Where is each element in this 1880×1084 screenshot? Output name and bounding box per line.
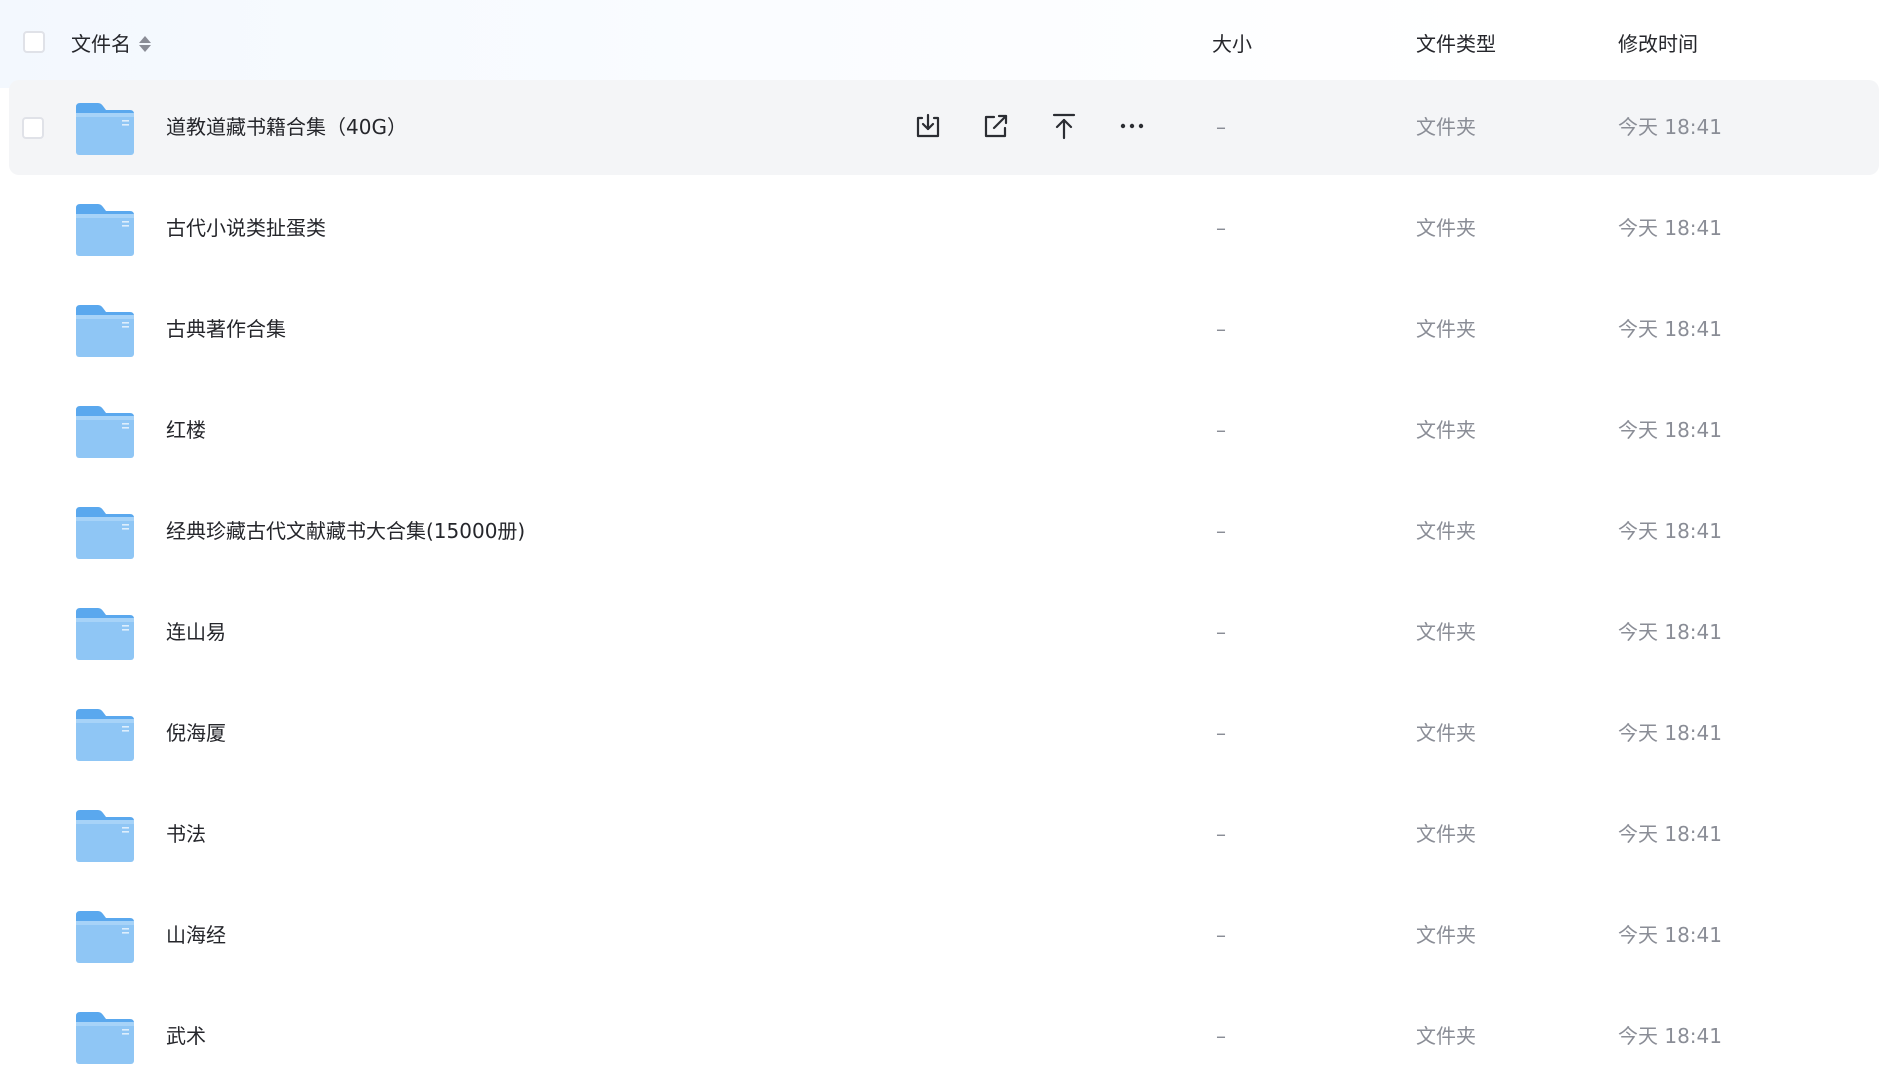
- file-type: 文件夹: [1416, 923, 1476, 947]
- file-row[interactable]: 古代小说类扯蛋类 – 文件夹 今天 18:41: [9, 181, 1879, 276]
- file-type: 文件夹: [1416, 822, 1476, 846]
- file-modified-time: 今天 18:41: [1618, 317, 1722, 341]
- row-actions: [912, 110, 1148, 142]
- file-type: 文件夹: [1416, 721, 1476, 745]
- folder-icon: [76, 911, 134, 963]
- file-name[interactable]: 道教道藏书籍合集（40G）: [166, 80, 407, 175]
- folder-icon: [76, 810, 134, 862]
- file-size: –: [1216, 418, 1226, 442]
- column-header-size: 大小: [1212, 32, 1252, 56]
- file-name[interactable]: 倪海厦: [166, 686, 226, 781]
- column-header-name[interactable]: 文件名: [71, 0, 151, 88]
- file-row[interactable]: 红楼 – 文件夹 今天 18:41: [9, 383, 1879, 478]
- file-name[interactable]: 红楼: [166, 383, 206, 478]
- more-button[interactable]: [1116, 110, 1148, 142]
- folder-icon: [76, 709, 134, 761]
- file-size: –: [1216, 519, 1226, 543]
- folder-icon: [76, 608, 134, 660]
- more-icon: [1120, 123, 1144, 129]
- file-row[interactable]: 山海经 – 文件夹 今天 18:41: [9, 888, 1879, 983]
- download-icon: [916, 113, 940, 138]
- file-name[interactable]: 书法: [166, 787, 206, 882]
- file-row[interactable]: 经典珍藏古代文献藏书大合集(15000册) – 文件夹 今天 18:41: [9, 484, 1879, 579]
- file-size: –: [1216, 620, 1226, 644]
- select-all-checkbox[interactable]: [23, 31, 45, 53]
- file-name[interactable]: 山海经: [166, 888, 226, 983]
- share-icon: [984, 114, 1008, 138]
- move-to-top-button[interactable]: [1048, 110, 1080, 142]
- folder-icon: [76, 507, 134, 559]
- file-type: 文件夹: [1416, 115, 1476, 139]
- file-type: 文件夹: [1416, 317, 1476, 341]
- file-size: –: [1216, 721, 1226, 745]
- file-row[interactable]: 古典著作合集 – 文件夹 今天 18:41: [9, 282, 1879, 377]
- file-size: –: [1216, 216, 1226, 240]
- file-type: 文件夹: [1416, 418, 1476, 442]
- download-button[interactable]: [912, 110, 944, 142]
- folder-icon: [76, 204, 134, 256]
- file-modified-time: 今天 18:41: [1618, 418, 1722, 442]
- file-row[interactable]: 书法 – 文件夹 今天 18:41: [9, 787, 1879, 882]
- folder-icon: [76, 406, 134, 458]
- file-size: –: [1216, 923, 1226, 947]
- file-name[interactable]: 古典著作合集: [166, 282, 286, 377]
- column-header-time: 修改时间: [1618, 32, 1698, 56]
- column-header-type: 文件类型: [1416, 32, 1496, 56]
- file-name[interactable]: 连山易: [166, 585, 226, 680]
- file-type: 文件夹: [1416, 620, 1476, 644]
- sort-icon[interactable]: [139, 36, 151, 52]
- file-size: –: [1216, 115, 1226, 139]
- file-modified-time: 今天 18:41: [1618, 519, 1722, 543]
- file-row[interactable]: 连山易 – 文件夹 今天 18:41: [9, 585, 1879, 680]
- move-to-top-icon: [1052, 113, 1076, 140]
- file-modified-time: 今天 18:41: [1618, 216, 1722, 240]
- folder-icon: [76, 305, 134, 357]
- folder-icon: [76, 103, 134, 155]
- file-list-header: 文件名 大小 文件类型 修改时间: [0, 0, 1880, 88]
- file-row[interactable]: 倪海厦 – 文件夹 今天 18:41: [9, 686, 1879, 781]
- file-size: –: [1216, 822, 1226, 846]
- file-name[interactable]: 武术: [166, 989, 206, 1084]
- share-button[interactable]: [980, 110, 1012, 142]
- file-size: –: [1216, 1024, 1226, 1048]
- file-type: 文件夹: [1416, 1024, 1476, 1048]
- file-modified-time: 今天 18:41: [1618, 923, 1722, 947]
- file-modified-time: 今天 18:41: [1618, 115, 1722, 139]
- file-row[interactable]: 武术 – 文件夹 今天 18:41: [9, 989, 1879, 1084]
- file-name[interactable]: 古代小说类扯蛋类: [166, 181, 326, 276]
- column-header-name-label: 文件名: [71, 32, 131, 56]
- file-size: –: [1216, 317, 1226, 341]
- file-modified-time: 今天 18:41: [1618, 721, 1722, 745]
- file-modified-time: 今天 18:41: [1618, 1024, 1722, 1048]
- file-type: 文件夹: [1416, 519, 1476, 543]
- file-list-page: 文件名 大小 文件类型 修改时间 道教道藏书籍合集（40G） – 文件夹 今天 …: [0, 0, 1880, 1078]
- file-type: 文件夹: [1416, 216, 1476, 240]
- file-modified-time: 今天 18:41: [1618, 620, 1722, 644]
- file-modified-time: 今天 18:41: [1618, 822, 1722, 846]
- row-checkbox[interactable]: [22, 117, 44, 139]
- file-row[interactable]: 道教道藏书籍合集（40G） – 文件夹 今天 18:41: [9, 80, 1879, 175]
- folder-icon: [76, 1012, 134, 1064]
- file-name[interactable]: 经典珍藏古代文献藏书大合集(15000册): [166, 484, 525, 579]
